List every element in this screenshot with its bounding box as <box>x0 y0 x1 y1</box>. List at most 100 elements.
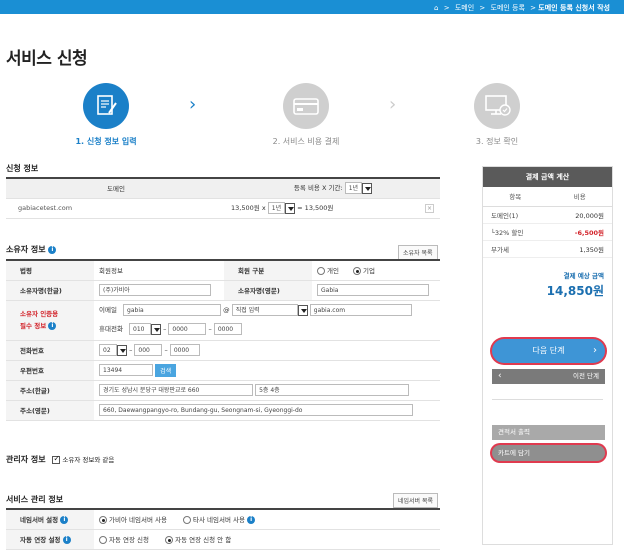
type-label: 법령 <box>6 260 94 281</box>
name-kr-label: 소유자명(한글) <box>6 280 94 301</box>
radio-gabia-ns[interactable] <box>99 516 107 525</box>
total-label: 결제 예상 금액 <box>563 272 604 280</box>
list-item: 부가세 1,350원 <box>483 241 612 258</box>
zip-input[interactable]: 13494 <box>99 364 153 376</box>
phone-3-input[interactable]: 0000 <box>169 344 200 356</box>
auth-label: 소유자 인증용 필수 정보 i <box>6 300 94 341</box>
chevron-right-icon: › <box>593 345 597 356</box>
step-arrow-2: › <box>389 94 397 115</box>
list-item: └32% 할인 -6,500원 <box>483 224 612 241</box>
period-select[interactable]: 1년 <box>267 202 286 214</box>
chevron-left-icon: ‹ <box>498 371 502 381</box>
info-icon[interactable]: i <box>62 536 71 544</box>
name-en-label: 소유자명(영문) <box>224 280 312 301</box>
nameserver-list-button[interactable]: 네임서버 목록 <box>393 493 439 508</box>
info-icon[interactable]: i <box>48 322 57 330</box>
same-as-owner-checkbox[interactable] <box>52 454 61 464</box>
chevron-down-icon[interactable] <box>285 202 296 214</box>
col-item: 항목 <box>509 193 522 201</box>
addr-kr-input-1[interactable]: 경기도 성남시 분당구 대왕판교로 660 <box>99 384 253 396</box>
mobile-1-select[interactable]: 010 <box>129 323 151 335</box>
chevron-down-icon[interactable] <box>297 304 308 316</box>
auth-fields: 이메일 gabia @ 직접 입력 gabia.com 휴대전화 010 – 0… <box>94 300 440 341</box>
fee-cell: 13,500원 x 1년 = 13,500원 × <box>226 198 440 219</box>
radio-individual[interactable] <box>317 267 325 276</box>
member-type-label: 회원 구분 <box>224 260 312 281</box>
addr-kr-label: 주소(한글) <box>6 380 94 401</box>
owner-list-button[interactable]: 소유자 목록 <box>398 245 438 260</box>
breadcrumb-domain[interactable]: 도메인 <box>455 4 474 12</box>
email-domain-input[interactable]: gabia.com <box>309 304 412 316</box>
ns-label: 네임서버 설정 i <box>6 509 94 530</box>
info-icon[interactable]: i <box>60 516 69 525</box>
top-bar: ⌂ > 도메인 > 도메인 등록 > 도메인 등록 신청서 작성 <box>0 0 624 14</box>
credit-card-icon <box>283 83 329 129</box>
email-domain-select[interactable]: 직접 입력 <box>231 304 298 316</box>
table-row: 전화번호 02 – 000 – 0000 <box>6 340 440 361</box>
step-1: 1. 신청 정보 입력 <box>56 83 156 147</box>
table-row: 우편번호 13494 검색 <box>6 360 440 381</box>
addr-en-label: 주소(영문) <box>6 400 94 421</box>
table-row: 주소(한글) 경기도 성남시 분당구 대왕판교로 660 5층 4층 <box>6 380 440 401</box>
phone-2-input[interactable]: 000 <box>134 344 163 356</box>
next-step-button[interactable]: 다음 단계 › <box>492 339 605 363</box>
mobile-3-input[interactable]: 0000 <box>213 323 242 335</box>
service-table: 네임서버 설정 i 가비아 네임서버 사용 타사 네임서버 사용 i 자동 연장… <box>6 508 440 550</box>
total-value: 14,850원 <box>546 284 604 298</box>
info-icon[interactable]: i <box>247 516 256 525</box>
col-fee: 등록 비용 X 기간: 1년 <box>226 178 440 199</box>
step-3-label: 3. 정보 확인 <box>475 137 519 146</box>
col-domain: 도메인 <box>6 178 226 199</box>
owner-section-title: 소유자 정보 i <box>6 244 57 255</box>
email-id-input[interactable]: gabia <box>123 304 222 316</box>
zip-label: 우편번호 <box>6 360 94 381</box>
table-row: gabiacetest.com 13,500원 x 1년 = 13,500원 × <box>6 198 440 219</box>
type-value: 회원정보 <box>94 260 224 281</box>
step-2-label: 2. 서비스 비용 결제 <box>272 137 340 146</box>
phone-1-select[interactable]: 02 <box>99 344 117 356</box>
radio-other-ns[interactable] <box>183 516 192 525</box>
addr-kr-input-2[interactable]: 5층 4층 <box>255 384 410 396</box>
table-row: 주소(영문) 660, Daewangpangyo-ro, Bundang-gu… <box>6 400 440 421</box>
breadcrumb-domain-register[interactable]: 도메인 등록 <box>491 4 525 12</box>
chevron-down-icon[interactable] <box>151 323 161 335</box>
monitor-check-icon <box>474 83 520 129</box>
mobile-2-input[interactable]: 0000 <box>168 323 207 335</box>
phone-label: 전화번호 <box>6 340 94 361</box>
chevron-down-icon[interactable] <box>117 344 127 356</box>
step-1-label: 1. 신청 정보 입력 <box>75 137 137 146</box>
name-kr-input[interactable]: (주)가비아 <box>99 284 211 296</box>
col-cost: 비용 <box>573 193 586 201</box>
period-header-select[interactable]: 1년 <box>344 182 363 195</box>
zip-search-button[interactable]: 검색 <box>155 363 177 377</box>
payment-sidebar: 결제 금액 계산 항목 비용 도메인(1) 20,000원 └32% 할인 -6… <box>482 166 613 545</box>
table-header-row: 도메인 등록 비용 X 기간: 1년 <box>6 178 440 199</box>
delete-icon[interactable]: × <box>425 203 434 213</box>
table-row: 자동 연장 설정 i 자동 연장 신청 자동 연장 신청 안 함 <box>6 529 440 550</box>
prev-step-button[interactable]: ‹ 이전 단계 <box>492 369 605 384</box>
apply-table: 도메인 등록 비용 X 기간: 1년 gabiacetest.com 13,50… <box>6 177 440 219</box>
renew-label: 자동 연장 설정 i <box>6 529 94 550</box>
domain-name: gabiacetest.com <box>6 198 226 219</box>
name-en-input[interactable]: Gabia <box>317 284 429 296</box>
estimate-print-button[interactable]: 견적서 출력 <box>492 425 605 440</box>
radio-company[interactable] <box>353 267 362 276</box>
apply-section-title: 신청 정보 <box>6 164 39 173</box>
ns-options: 가비아 네임서버 사용 타사 네임서버 사용 i <box>94 509 440 530</box>
home-icon[interactable]: ⌂ <box>434 4 438 12</box>
table-row: 소유자명(한글) (주)가비아 소유자명(영문) Gabia <box>6 280 440 301</box>
table-row: 네임서버 설정 i 가비아 네임서버 사용 타사 네임서버 사용 i <box>6 509 440 530</box>
table-row: 법령 회원정보 회원 구분 개인 기업 <box>6 260 440 281</box>
sidebar-title: 결제 금액 계산 <box>483 167 612 187</box>
add-to-cart-button[interactable]: 카트에 담기 <box>492 445 605 461</box>
list-item: 도메인(1) 20,000원 <box>483 207 612 224</box>
radio-auto-renew[interactable] <box>99 536 107 544</box>
info-icon[interactable]: i <box>48 245 57 254</box>
radio-no-auto-renew[interactable] <box>165 536 174 544</box>
chevron-down-icon[interactable] <box>362 182 373 194</box>
renew-options: 자동 연장 신청 자동 연장 신청 안 함 <box>94 529 440 550</box>
addr-en-input[interactable]: 660, Daewangpangyo-ro, Bundang-gu, Seong… <box>99 404 413 416</box>
breadcrumb: ⌂ > 도메인 > 도메인 등록 > 도메인 등록 신청서 작성 <box>434 4 610 12</box>
step-arrow-1: › <box>189 94 197 115</box>
owner-table: 법령 회원정보 회원 구분 개인 기업 소유자명(한글) (주)가비아 소유자명… <box>6 259 440 421</box>
